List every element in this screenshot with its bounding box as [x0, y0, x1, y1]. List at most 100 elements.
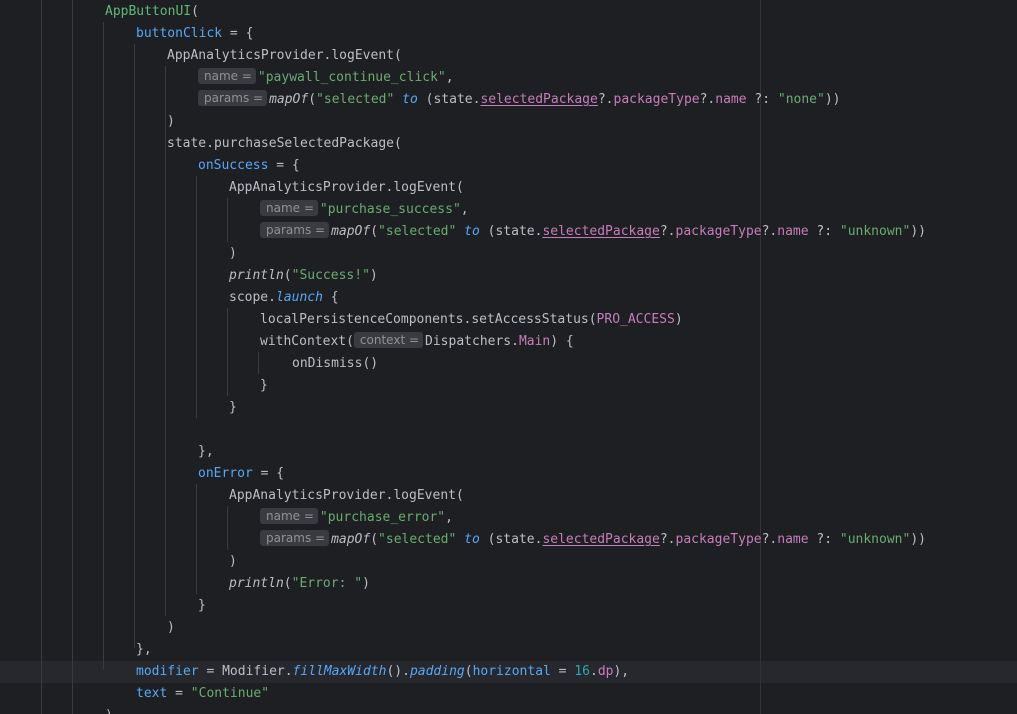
- parameter-hint: params =: [260, 222, 330, 238]
- punctuation: ): [369, 268, 378, 283]
- punctuation: {: [322, 290, 339, 305]
- code-text: },: [136, 642, 152, 657]
- punctuation: ?.: [597, 92, 614, 107]
- punctuation: ().: [386, 664, 410, 679]
- code-line[interactable]: ): [0, 243, 237, 265]
- string-literal: "Continue": [190, 686, 270, 701]
- string-literal: "selected": [378, 532, 457, 547]
- number-literal: 16: [574, 664, 590, 679]
- code-line[interactable]: AppButtonUI(: [0, 1, 199, 23]
- code-line[interactable]: },: [0, 441, 214, 463]
- code-line[interactable]: ): [0, 617, 175, 639]
- string-literal: "Success!": [291, 268, 370, 283]
- code-text: ): [105, 708, 113, 714]
- code-line[interactable]: text = "Continue": [0, 683, 269, 705]
- punctuation: = {: [222, 26, 254, 41]
- punctuation: = {: [268, 158, 300, 173]
- parameter-hint: name =: [260, 508, 318, 524]
- operator: ?:: [746, 92, 778, 107]
- code-line[interactable]: onError = {: [0, 463, 284, 485]
- infix-function: to: [402, 92, 418, 107]
- code-text: ): [229, 246, 237, 261]
- code-line[interactable]: onDismiss(): [0, 353, 378, 375]
- punctuation: ,: [460, 202, 469, 217]
- code-text: },: [198, 444, 214, 459]
- code-line[interactable]: name = "paywall_continue_click",: [0, 67, 454, 89]
- named-argument: onError: [198, 466, 253, 481]
- code-line[interactable]: ): [0, 111, 175, 133]
- property-reference: selectedPackage: [542, 224, 660, 239]
- code-text: localPersistenceComponents.setAccessStat…: [260, 312, 597, 327]
- infix-function: to: [464, 224, 480, 239]
- code-line[interactable]: println("Error: "): [0, 573, 370, 595]
- code-line[interactable]: },: [0, 639, 152, 661]
- code-line[interactable]: state.purchaseSelectedPackage(: [0, 133, 402, 155]
- punctuation: .: [590, 664, 598, 679]
- punctuation: ,: [445, 510, 453, 525]
- code-line[interactable]: scope.launch {: [0, 287, 339, 309]
- code-text: withContext(: [260, 334, 354, 349]
- parameter-hint: name =: [198, 68, 256, 84]
- code-line[interactable]: onSuccess = {: [0, 155, 300, 177]
- property-reference: selectedPackage: [542, 532, 660, 547]
- code-line[interactable]: ): [0, 705, 113, 714]
- punctuation: (: [191, 4, 199, 19]
- string-literal: "unknown": [839, 532, 911, 547]
- punctuation: )): [910, 224, 926, 239]
- code-line[interactable]: withContext(context = Dispatchers.Main) {: [0, 331, 574, 353]
- code-line[interactable]: name = "purchase_error",: [0, 507, 453, 529]
- function-call: launch: [275, 290, 323, 305]
- punctuation: ,: [445, 70, 454, 85]
- code-text: ): [167, 620, 175, 635]
- punctuation: ): [674, 312, 683, 327]
- code-line[interactable]: AppAnalyticsProvider.logEvent(: [0, 177, 464, 199]
- parameter-hint: params =: [260, 530, 330, 546]
- string-literal: "paywall_continue_click": [257, 70, 446, 85]
- code-line[interactable]: name = "purchase_success",: [0, 199, 469, 221]
- function-call: println: [229, 268, 284, 283]
- function-call: mapOf: [269, 92, 309, 107]
- code-line[interactable]: ): [0, 551, 237, 573]
- code-text: (state.: [479, 224, 543, 239]
- property-reference: selectedPackage: [480, 92, 598, 107]
- string-literal: "none": [777, 92, 825, 107]
- code-text: onDismiss(): [292, 356, 379, 371]
- parameter-hint: context =: [353, 332, 424, 348]
- code-line[interactable]: params = mapOf("selected" to (state.selec…: [0, 221, 926, 243]
- code-line[interactable]: modifier = Modifier.fillMaxWidth().paddi…: [0, 661, 629, 683]
- code-line[interactable]: }: [0, 375, 268, 397]
- code-line[interactable]: AppAnalyticsProvider.logEvent(: [0, 45, 402, 67]
- code-line[interactable]: buttonClick = {: [0, 23, 253, 45]
- string-literal: "selected": [316, 92, 395, 107]
- code-text: Dispatchers.: [425, 334, 519, 349]
- punctuation: ?.: [659, 224, 676, 239]
- code-line[interactable]: localPersistenceComponents.setAccessStat…: [0, 309, 683, 331]
- punctuation: )): [910, 532, 926, 547]
- code-line[interactable]: }: [0, 397, 237, 419]
- code-line[interactable]: AppAnalyticsProvider.logEvent(: [0, 485, 464, 507]
- code-text: state.purchaseSelectedPackage(: [167, 136, 402, 151]
- function-call: fillMaxWidth: [292, 664, 387, 679]
- property-reference: name: [777, 532, 809, 547]
- string-literal: "unknown": [839, 224, 911, 239]
- code-line[interactable]: params = mapOf("selected" to (state.selec…: [0, 89, 841, 111]
- property-reference: dp: [597, 664, 614, 679]
- constant-reference: PRO_ACCESS: [596, 312, 675, 327]
- punctuation: (: [370, 224, 379, 239]
- code-text: AppAnalyticsProvider.logEvent(: [167, 48, 402, 63]
- string-literal: "Error: ": [291, 576, 363, 591]
- code-text: scope.: [229, 290, 276, 305]
- operator: ?:: [808, 532, 840, 547]
- named-argument: text: [136, 686, 168, 701]
- code-text: (state.: [417, 92, 481, 107]
- code-line[interactable]: println("Success!"): [0, 265, 378, 287]
- code-editor[interactable]: AppButtonUI( buttonClick = { AppAnalytic…: [0, 0, 1017, 714]
- code-line[interactable]: }: [0, 595, 206, 617]
- code-text: ): [167, 114, 175, 129]
- punctuation: (: [464, 664, 473, 679]
- operator: =: [167, 686, 191, 701]
- code-text: AppAnalyticsProvider.logEvent(: [229, 488, 464, 503]
- function-call: AppButtonUI: [105, 4, 192, 19]
- code-line[interactable]: params = mapOf("selected" to (state.selec…: [0, 529, 926, 551]
- code-text: (state.: [479, 532, 543, 547]
